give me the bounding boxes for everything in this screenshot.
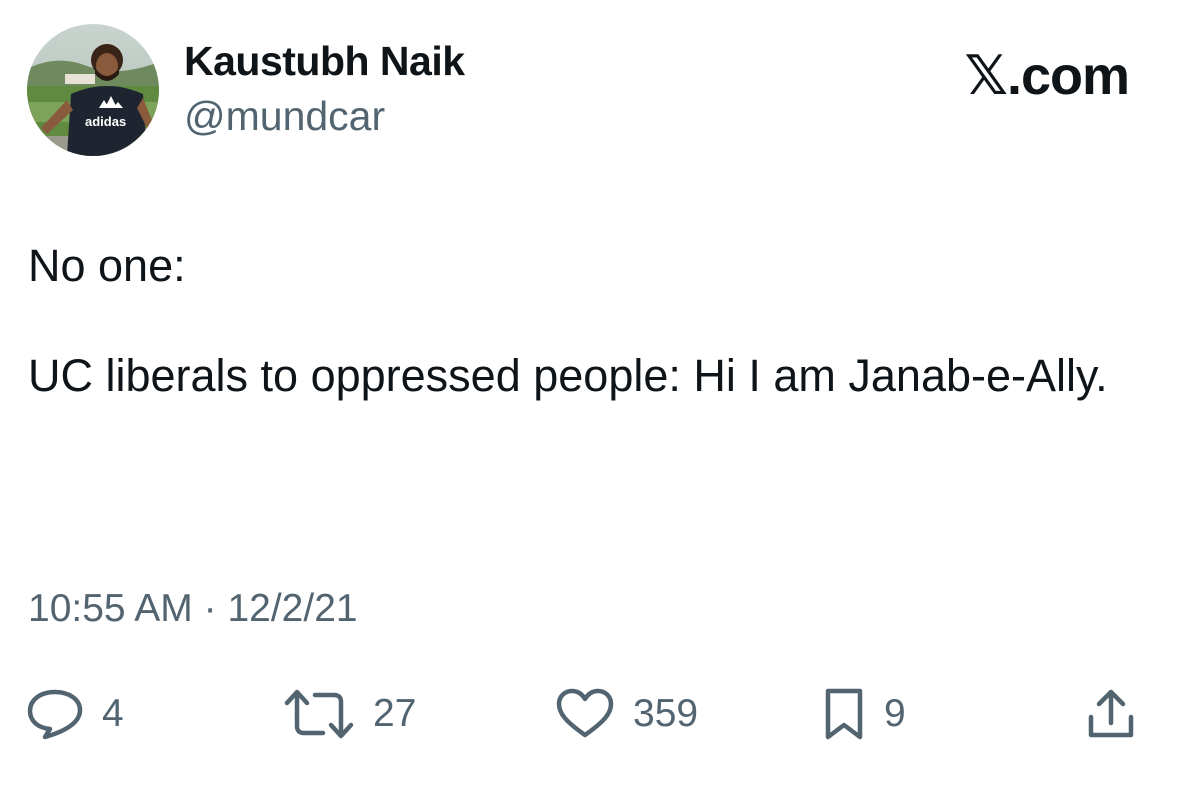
tweet-text: No one: UC liberals to oppressed people:… [28,238,1153,404]
avatar-shirt-text: adidas [85,114,126,129]
bookmark-icon [825,688,863,740]
like-button[interactable]: 359 [555,684,698,744]
bookmark-count: 9 [884,692,906,735]
tweet-date: 12/2/21 [227,587,358,630]
tweet-text-line-2: UC liberals to oppressed people: Hi I am… [28,350,1108,402]
tweet-time: 10:55 AM [28,587,193,630]
repost-button[interactable]: 27 [283,684,416,744]
reply-button[interactable]: 4 [26,684,124,744]
x-logo-site-mark: 𝕏.com [964,46,1130,106]
reply-count: 4 [102,692,124,735]
repost-icon [284,689,354,739]
share-icon [1088,689,1134,738]
avatar[interactable]: adidas [27,24,159,156]
bookmark-button[interactable]: 9 [822,684,906,744]
action-bar: 4 27 359 9 [0,684,1179,744]
heart-icon [556,688,614,738]
reply-icon [27,689,83,740]
display-name[interactable]: Kaustubh Naik [184,38,465,85]
like-count: 359 [633,692,699,735]
repost-count: 27 [373,692,417,735]
user-handle[interactable]: @mundcar [184,93,385,140]
tweet-card: adidas Kaustubh Naik @mundcar 𝕏.com No o… [0,0,1179,804]
share-button[interactable] [1085,684,1137,744]
tweet-text-line-1: No one: [28,240,186,291]
avatar-photo: adidas [27,24,159,156]
tweet-timestamp[interactable]: 10:55 AM · 12/2/21 [28,587,358,631]
timestamp-separator: · [203,587,217,630]
